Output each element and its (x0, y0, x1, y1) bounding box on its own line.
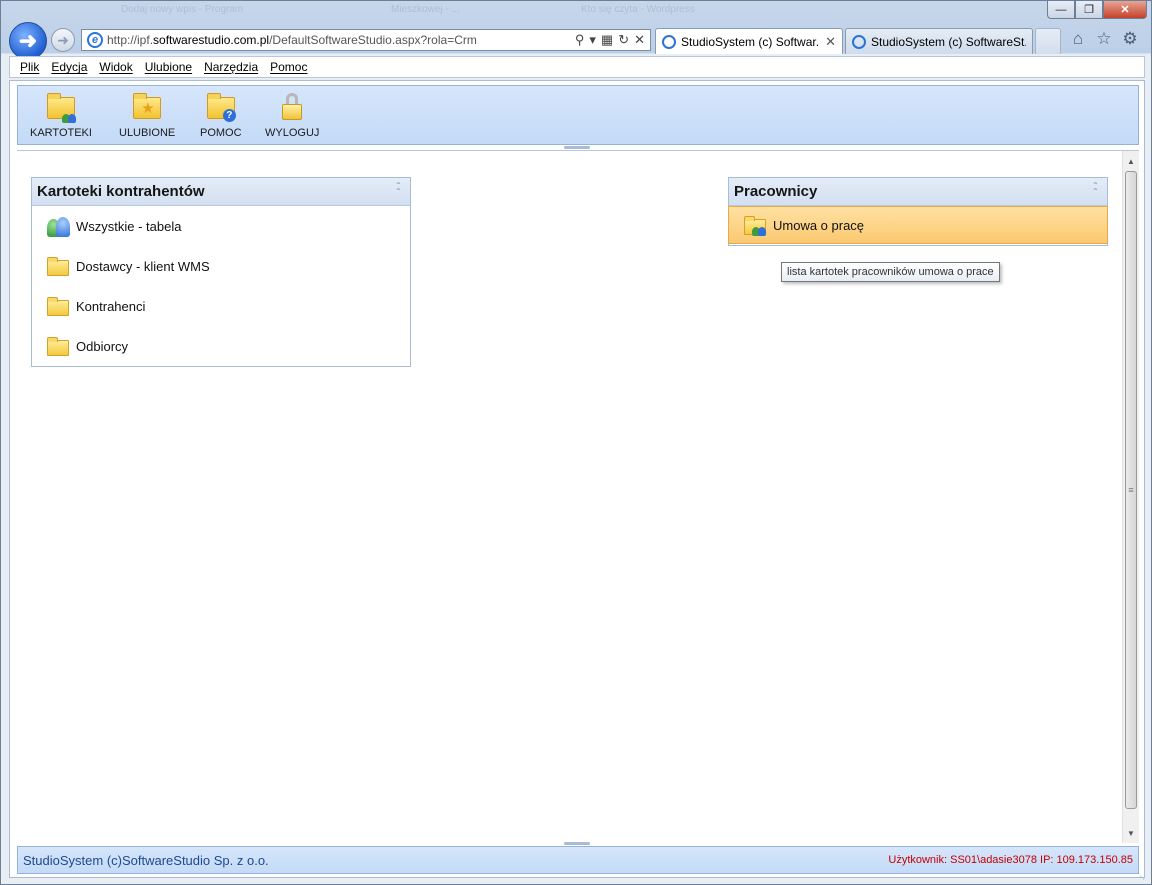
menu-ulubione[interactable]: Ulubione (139, 60, 198, 74)
scroll-thumb[interactable]: ≡ (1125, 171, 1137, 809)
close-tab-icon[interactable]: ✕ (825, 34, 836, 50)
pomoc-button[interactable]: ? POMOC (200, 92, 242, 139)
compat-view-icon[interactable]: ▦ (601, 32, 613, 48)
collapse-chevron-icon[interactable]: ˆˆ (1094, 183, 1097, 199)
ghost-tab-1: Dodaj nowy wpis - Program (121, 4, 244, 15)
address-url[interactable]: http://ipf.softwarestudio.com.pl/Default… (107, 33, 575, 47)
list-item-dostawcy[interactable]: Dostawcy - klient WMS (32, 246, 410, 286)
menu-pomoc[interactable]: Pomoc (264, 60, 313, 74)
app-area: KARTOTEKI ★ ULUBIONE ? POMOC WYLOGUJ Kar… (9, 80, 1145, 878)
new-tab-button[interactable] (1035, 28, 1061, 54)
folder-people-icon (46, 92, 76, 123)
status-bar: StudioSystem (c)SoftwareStudio Sp. z o.o… (17, 846, 1139, 874)
menu-edycja[interactable]: Edycja (45, 60, 93, 74)
close-icon: ✕ (1120, 4, 1130, 16)
folder-help-icon: ? (206, 92, 236, 122)
resize-grip-icon[interactable]: ⋱ (1137, 872, 1147, 882)
scroll-up-icon[interactable]: ▲ (1123, 153, 1139, 169)
item-label: Odbiorcy (76, 338, 129, 354)
folder-people-icon (743, 214, 767, 236)
collapse-chevron-icon[interactable]: ˆˆ (397, 183, 400, 199)
kartoteki-button[interactable]: KARTOTEKI (30, 92, 92, 139)
folder-icon (46, 295, 70, 317)
tab-label: StudioSystem (c) Softwar... (681, 34, 820, 49)
browser-window: Dodaj nowy wpis - Program Mieszkowej - .… (0, 0, 1152, 885)
lock-icon (277, 92, 307, 122)
panel-pracownicy-header: Pracownicy ˆˆ (729, 178, 1107, 206)
favorites-star-icon[interactable]: ☆ (1095, 29, 1113, 49)
panel-kartoteki-kontrahentow: Kartoteki kontrahentów ˆˆ Wszystkie - ta… (31, 177, 411, 367)
menu-widok[interactable]: Widok (93, 60, 138, 74)
tooltip: lista kartotek pracowników umowa o prace (781, 262, 1000, 282)
ghost-tab-2: Mieszkowej - ... (391, 4, 460, 15)
url-path: /DefaultSoftwareStudio.aspx?rola=Crm (269, 33, 477, 47)
pomoc-label: POMOC (200, 127, 242, 139)
ie-logo-icon: e (87, 32, 103, 48)
status-user-ip: Użytkownik: SS01\adasie3078 IP: 109.173.… (888, 854, 1133, 866)
home-icon[interactable]: ⌂ (1069, 29, 1087, 49)
menu-bar: Plik Edycja Widok Ulubione Narzędzia Pom… (9, 56, 1145, 78)
menu-narzedzia[interactable]: Narzędzia (198, 60, 264, 74)
close-window-button[interactable]: ✕ (1103, 1, 1147, 19)
scroll-down-icon[interactable]: ▼ (1123, 825, 1139, 841)
folder-icon (46, 255, 70, 277)
restore-button[interactable]: ❐ (1075, 1, 1103, 19)
panel-kartoteki-title: Kartoteki kontrahentów (37, 183, 205, 200)
tab-label: StudioSystem (c) SoftwareSt... (871, 34, 1026, 49)
list-item-wszystkie[interactable]: Wszystkie - tabela (32, 206, 410, 246)
ulubione-button[interactable]: ★ ULUBIONE (119, 92, 175, 139)
kartoteki-label: KARTOTEKI (30, 127, 92, 139)
main-content: Kartoteki kontrahentów ˆˆ Wszystkie - ta… (17, 150, 1139, 843)
ie-tab-icon (852, 34, 866, 49)
url-prefix: http://ipf. (107, 33, 154, 47)
folder-icon (46, 335, 70, 357)
dropdown-arrow-icon[interactable]: ▾ (589, 32, 596, 48)
list-item-odbiorcy[interactable]: Odbiorcy (32, 326, 410, 366)
list-item-umowa-o-prace[interactable]: Umowa o pracę (728, 206, 1108, 244)
restore-icon: ❐ (1084, 4, 1094, 16)
stop-icon[interactable]: ✕ (634, 32, 645, 48)
folder-star-icon: ★ (132, 92, 162, 122)
tab-studiosystem-active[interactable]: StudioSystem (c) Softwar... ✕ (655, 28, 843, 54)
panel-pracownicy: Pracownicy ˆˆ Umowa o pracę (728, 177, 1108, 246)
ghost-tab-3: Kto się czyta - Wordpress (581, 4, 695, 15)
arrow-right-icon: ➜ (57, 31, 69, 48)
back-button[interactable]: ➜ (9, 22, 47, 60)
status-company: StudioSystem (c)SoftwareStudio Sp. z o.o… (23, 852, 269, 868)
window-controls: — ❐ ✕ (1047, 1, 1147, 19)
gear-icon[interactable]: ⚙ (1121, 29, 1139, 49)
panel-kartoteki-header: Kartoteki kontrahentów ˆˆ (32, 178, 410, 206)
address-tools: ⚲ ▾ ▦ ↻ ✕ (575, 32, 650, 48)
vertical-scrollbar[interactable]: ▲ ≡ ▼ (1122, 151, 1139, 843)
item-label: Kontrahenci (76, 298, 146, 314)
arrow-left-icon: ➜ (18, 28, 38, 53)
item-label: Dostawcy - klient WMS (76, 258, 210, 274)
address-bar[interactable]: e http://ipf.softwarestudio.com.pl/Defau… (81, 29, 651, 51)
menu-plik[interactable]: Plik (14, 60, 45, 74)
minimize-icon: — (1055, 3, 1067, 16)
panel-pracownicy-title: Pracownicy (734, 183, 818, 200)
item-label: Umowa o pracę (773, 217, 865, 233)
search-icon[interactable]: ⚲ (575, 32, 585, 48)
url-domain: softwarestudio.com.pl (153, 33, 270, 47)
people-icon (46, 215, 70, 237)
wyloguj-label: WYLOGUJ (265, 127, 320, 139)
ie-tab-icon (662, 34, 676, 49)
minimize-button[interactable]: — (1047, 1, 1075, 19)
title-bar: Dodaj nowy wpis - Program Mieszkowej - .… (1, 1, 1151, 23)
list-item-kontrahenci[interactable]: Kontrahenci (32, 286, 410, 326)
ulubione-label: ULUBIONE (119, 127, 176, 139)
bottom-splitter-handle[interactable] (564, 842, 590, 845)
item-label: Wszystkie - tabela (76, 218, 182, 234)
top-splitter-handle[interactable] (564, 146, 590, 149)
refresh-icon[interactable]: ↻ (618, 32, 629, 48)
browser-right-icons: ⌂ ☆ ⚙ (1069, 29, 1139, 49)
app-toolbar: KARTOTEKI ★ ULUBIONE ? POMOC WYLOGUJ (17, 85, 1139, 145)
tab-studiosystem-inactive[interactable]: StudioSystem (c) SoftwareSt... (845, 28, 1033, 54)
forward-button[interactable]: ➜ (51, 28, 75, 52)
wyloguj-button[interactable]: WYLOGUJ (265, 92, 319, 139)
